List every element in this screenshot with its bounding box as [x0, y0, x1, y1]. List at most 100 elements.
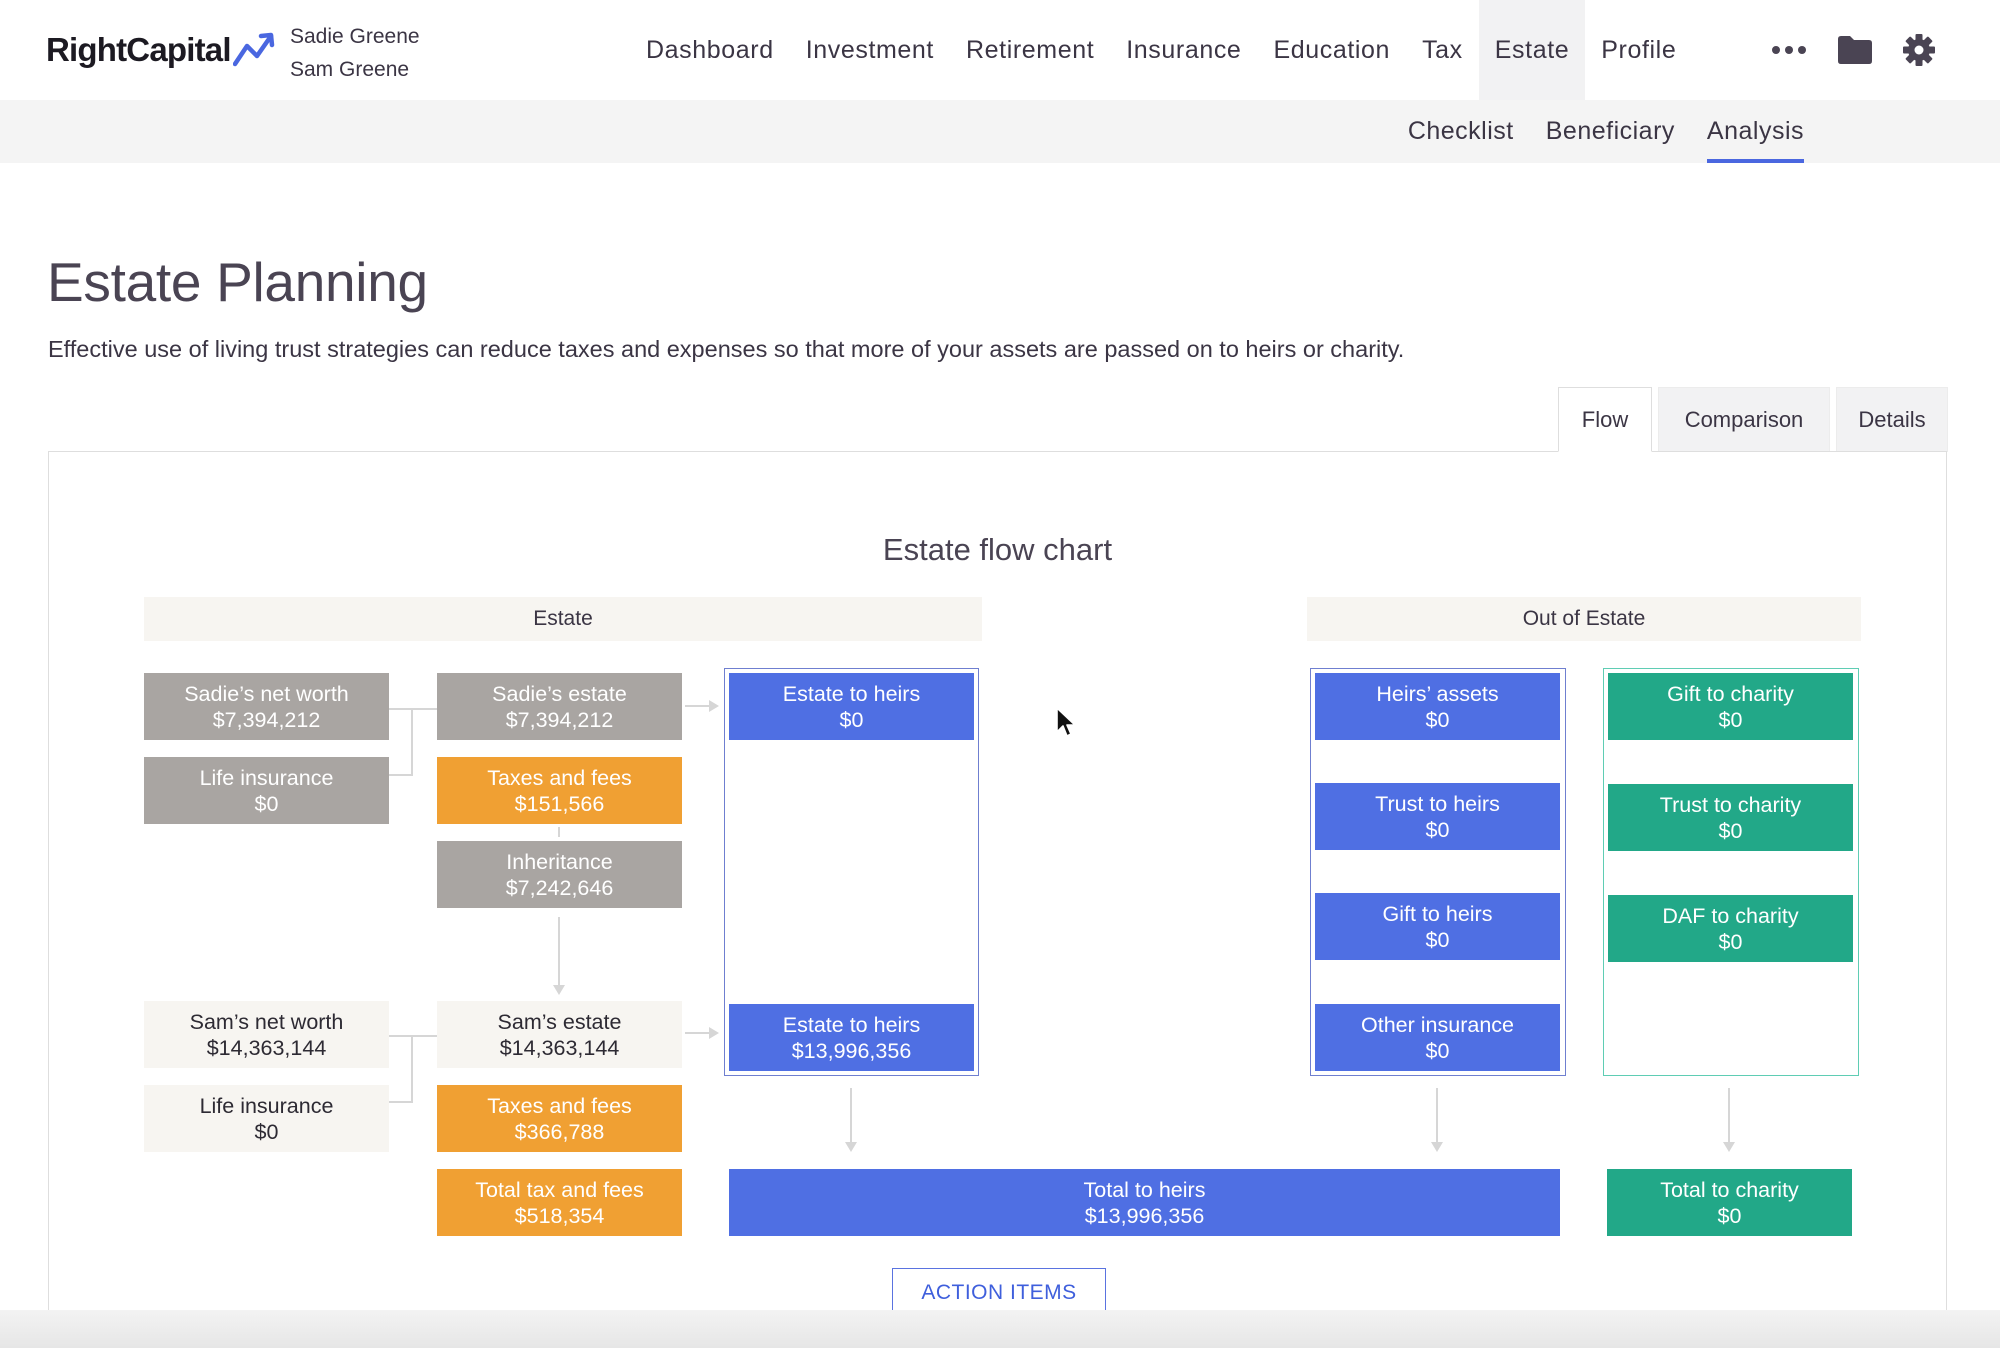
node-label: Other insurance — [1361, 1012, 1514, 1037]
node-label: Estate to heirs — [782, 1012, 921, 1037]
flow-arrow — [709, 700, 719, 712]
connector-line — [1728, 1088, 1730, 1144]
nav-education[interactable]: Education — [1257, 0, 1406, 100]
client-name: Sadie Greene — [290, 25, 420, 48]
nav-tax[interactable]: Tax — [1406, 0, 1479, 100]
node-label: Heirs’ assets — [1376, 681, 1499, 706]
node-total-tax-fees[interactable]: Total tax and fees $518,354 — [437, 1169, 682, 1236]
node-sadie-life-insurance[interactable]: Life insurance $0 — [144, 757, 389, 824]
node-label: Life insurance — [199, 765, 334, 790]
nav-retirement[interactable]: Retirement — [950, 0, 1110, 100]
nav-profile[interactable]: Profile — [1585, 0, 1692, 100]
node-value: $13,996,356 — [1084, 1203, 1205, 1228]
node-label: Sadie’s estate — [492, 681, 627, 706]
gear-icon[interactable] — [1900, 31, 1938, 69]
node-value: $518,354 — [514, 1203, 605, 1228]
bottom-edge — [0, 1310, 2000, 1348]
connector-line — [389, 1101, 413, 1103]
flow-arrow — [709, 1027, 719, 1039]
tab-comparison[interactable]: Comparison — [1658, 387, 1830, 452]
more-dots-icon[interactable] — [1770, 31, 1808, 69]
node-sadie-taxes-fees[interactable]: Taxes and fees $151,566 — [437, 757, 682, 824]
node-gift-to-charity[interactable]: Gift to charity $0 — [1608, 673, 1853, 740]
node-value: $0 — [254, 791, 279, 816]
node-label: Life insurance — [199, 1093, 334, 1118]
node-label: DAF to charity — [1662, 903, 1799, 928]
node-label: Trust to charity — [1659, 792, 1802, 817]
node-gift-to-heirs[interactable]: Gift to heirs $0 — [1315, 893, 1560, 960]
sub-nav: Checklist Beneficiary Analysis — [1408, 100, 1805, 163]
node-label: Sadie’s net worth — [184, 681, 349, 706]
flow-arrow — [1723, 1142, 1735, 1152]
brand-logo[interactable]: RightCapital — [46, 30, 279, 70]
node-value: $0 — [839, 707, 864, 732]
node-total-to-heirs[interactable]: Total to heirs $13,996,356 — [729, 1169, 1560, 1236]
node-value: $0 — [1425, 817, 1450, 842]
tab-flow[interactable]: Flow — [1558, 387, 1652, 452]
node-sam-taxes-fees[interactable]: Taxes and fees $366,788 — [437, 1085, 682, 1152]
node-total-to-charity[interactable]: Total to charity $0 — [1607, 1169, 1852, 1236]
subnav-analysis[interactable]: Analysis — [1706, 100, 1805, 163]
main-nav: Dashboard Investment Retirement Insuranc… — [630, 0, 1692, 100]
node-sam-net-worth[interactable]: Sam’s net worth $14,363,144 — [144, 1001, 389, 1068]
node-label: Gift to charity — [1667, 681, 1794, 706]
folder-icon[interactable] — [1836, 31, 1874, 69]
node-value: $0 — [1425, 707, 1450, 732]
node-value: $0 — [1718, 818, 1743, 843]
node-label: Total to charity — [1660, 1177, 1799, 1202]
node-trust-to-heirs[interactable]: Trust to heirs $0 — [1315, 783, 1560, 850]
node-value: $0 — [1425, 927, 1450, 952]
mouse-cursor-icon — [1056, 707, 1076, 737]
node-value: $0 — [1718, 929, 1743, 954]
subnav-beneficiary[interactable]: Beneficiary — [1546, 100, 1675, 163]
nav-investment[interactable]: Investment — [790, 0, 950, 100]
nav-estate[interactable]: Estate — [1478, 0, 1586, 100]
node-heirs-assets[interactable]: Heirs’ assets $0 — [1315, 673, 1560, 740]
connector-line — [411, 1035, 413, 1103]
node-daf-to-charity[interactable]: DAF to charity $0 — [1608, 895, 1853, 962]
node-estate-to-heirs-sadie[interactable]: Estate to heirs $0 — [729, 673, 974, 740]
node-value: $14,363,144 — [499, 1035, 620, 1060]
estate-flow-panel: Estate flow chart Estate Out of Estate S… — [48, 451, 1947, 1348]
nav-dashboard[interactable]: Dashboard — [630, 0, 790, 100]
node-sam-life-insurance[interactable]: Life insurance $0 — [144, 1085, 389, 1152]
node-value: $7,394,212 — [212, 707, 321, 732]
out-of-estate-section-header: Out of Estate — [1307, 597, 1861, 641]
connector-line — [850, 1088, 852, 1144]
node-label: Sam’s estate — [497, 1009, 622, 1034]
view-tabs: Flow Comparison Details — [1558, 387, 1948, 452]
estate-section-header: Estate — [144, 597, 982, 641]
node-label: Estate to heirs — [782, 681, 921, 706]
flow-arrow — [845, 1142, 857, 1152]
connector-line — [411, 708, 413, 776]
node-label: Total tax and fees — [475, 1177, 644, 1202]
node-value: $151,566 — [514, 791, 605, 816]
node-inheritance[interactable]: Inheritance $7,242,646 — [437, 841, 682, 908]
chart-title: Estate flow chart — [882, 532, 1113, 567]
trend-arrow-icon — [232, 32, 274, 67]
connector-line — [389, 708, 437, 710]
node-label: Total to heirs — [1083, 1177, 1206, 1202]
node-value: $7,394,212 — [505, 707, 614, 732]
subnav-checklist[interactable]: Checklist — [1408, 100, 1514, 163]
node-sadie-net-worth[interactable]: Sadie’s net worth $7,394,212 — [144, 673, 389, 740]
connector-line — [685, 705, 711, 707]
node-sadie-estate[interactable]: Sadie’s estate $7,394,212 — [437, 673, 682, 740]
nav-insurance[interactable]: Insurance — [1110, 0, 1257, 100]
brand-name: RightCapital — [46, 31, 232, 68]
node-trust-to-charity[interactable]: Trust to charity $0 — [1608, 784, 1853, 851]
flow-arrow — [553, 985, 565, 995]
connector-line — [685, 1032, 711, 1034]
node-estate-to-heirs-sam[interactable]: Estate to heirs $13,996,356 — [729, 1004, 974, 1071]
node-other-insurance[interactable]: Other insurance $0 — [1315, 1004, 1560, 1071]
node-label: Gift to heirs — [1382, 901, 1493, 926]
connector-line — [558, 827, 560, 837]
node-value: $366,788 — [514, 1119, 605, 1144]
sub-navigation-bar: Checklist Beneficiary Analysis — [0, 100, 2000, 163]
node-sam-estate[interactable]: Sam’s estate $14,363,144 — [437, 1001, 682, 1068]
node-label: Sam’s net worth — [189, 1009, 344, 1034]
node-label: Trust to heirs — [1375, 791, 1500, 816]
node-label: Taxes and fees — [487, 765, 632, 790]
tab-details[interactable]: Details — [1836, 387, 1948, 452]
connector-line — [389, 1035, 437, 1037]
